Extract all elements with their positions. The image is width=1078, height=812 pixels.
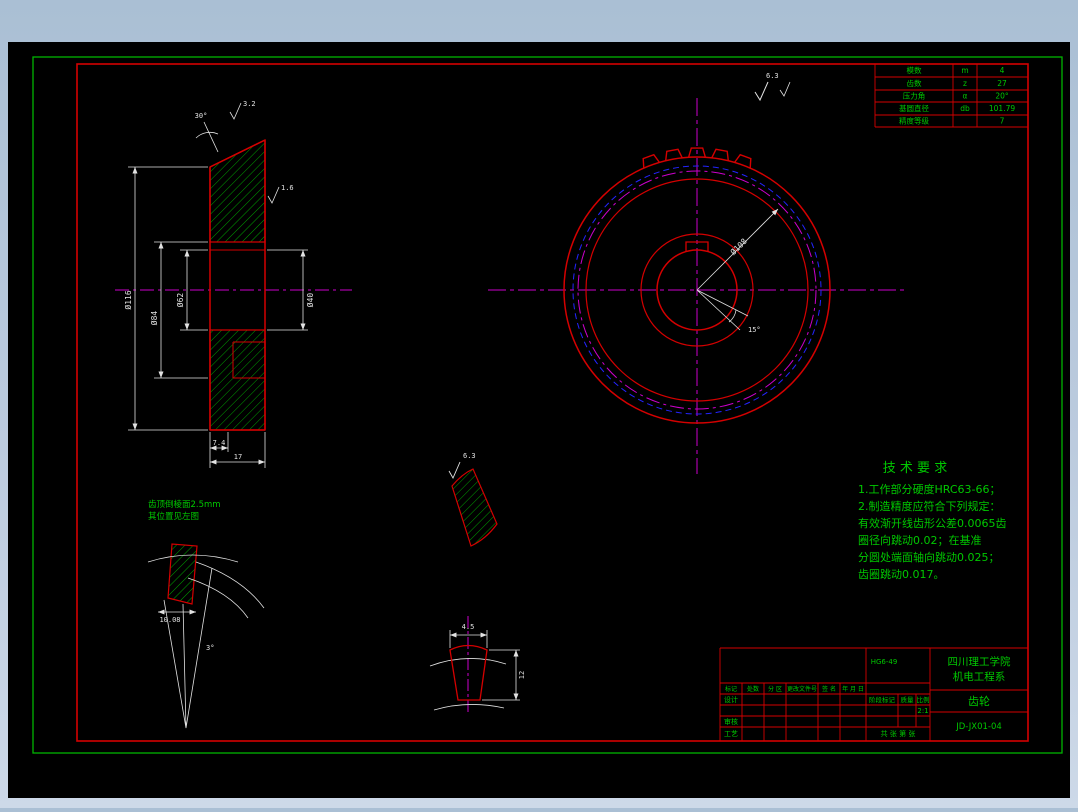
roughness-label: 3.2 xyxy=(243,100,256,108)
param-label: 齿数 xyxy=(907,78,922,88)
dim-label: 10.08 xyxy=(159,616,180,624)
param-value: 7 xyxy=(1000,117,1005,126)
tech-req-line: 齿圈跳动0.017。 xyxy=(858,567,945,581)
param-label: 压力角 xyxy=(903,91,926,101)
param-symbol: m xyxy=(961,66,968,75)
roughness-label: 6.3 xyxy=(463,452,476,460)
dim-label: 4.5 xyxy=(462,623,475,631)
tech-req-line: 1.工作部分硬度HRC63-66； xyxy=(858,482,1001,496)
dim-label: Ø116 xyxy=(123,290,133,309)
param-symbol: z xyxy=(963,79,967,88)
rev-header: 年 月 日 xyxy=(842,685,864,693)
rev-header: 分 区 xyxy=(768,685,782,693)
process-label: 工艺 xyxy=(724,730,738,738)
dim-label: 12 xyxy=(518,671,526,679)
design-label: 设计 xyxy=(724,695,738,704)
rev-header: 更改文件号 xyxy=(787,685,817,693)
param-label: 基圆直径 xyxy=(899,103,929,113)
tech-req-line: 有效渐开线齿形公差0.0065齿 xyxy=(858,516,1007,530)
dim-label: 3° xyxy=(206,644,214,652)
note: 齿顶倒棱面2.5mm xyxy=(148,499,221,510)
drawing-number: JD-JX01-04 xyxy=(955,722,1002,732)
part-name: 齿轮 xyxy=(968,694,990,708)
rev-header: 签 名 xyxy=(822,685,836,693)
param-value: 20° xyxy=(995,92,1009,101)
stage-mark-label: 阶段标记 xyxy=(869,695,896,704)
param-value: 27 xyxy=(997,79,1007,88)
param-symbol: α xyxy=(963,92,968,101)
param-label: 精度等级 xyxy=(899,116,929,126)
drawing-canvas[interactable] xyxy=(8,42,1070,798)
tech-req-line: 圈径向跳动0.02；在基准 xyxy=(858,533,982,547)
tech-req-title: 技 术 要 求 xyxy=(883,461,947,476)
param-value: 101.79 xyxy=(989,104,1015,113)
dim-label: Ø84 xyxy=(149,311,159,326)
scale-label: 比例 xyxy=(917,695,930,704)
school-name: 四川理工学院 xyxy=(948,655,1011,668)
param-symbol: db xyxy=(960,104,970,113)
tech-req-line: 分圆处端面轴向跳动0.025； xyxy=(858,550,1000,564)
rev-header: 标记 xyxy=(725,685,737,693)
dim-label: Ø40 xyxy=(305,293,315,308)
mass-label: 质量 xyxy=(901,695,915,704)
tech-req-line: 2.制造精度应符合下列规定： xyxy=(858,499,1001,513)
sheets-label: 共 张 第 张 xyxy=(881,729,916,738)
scale-value: 2:1 xyxy=(917,707,928,715)
dim-label: 15° xyxy=(748,326,761,334)
dim-label: 17 xyxy=(234,453,242,461)
roughness-label: 1.6 xyxy=(281,184,294,192)
param-label: 模数 xyxy=(907,65,922,75)
check-label: 审核 xyxy=(724,717,738,726)
dim-label: Ø62 xyxy=(175,293,185,308)
param-value: 4 xyxy=(1000,66,1005,75)
department-name: 机电工程系 xyxy=(953,670,1006,683)
dim-label: 30° xyxy=(195,112,208,120)
note: 其位置见左图 xyxy=(148,511,199,522)
cad-drawing: Ø116 Ø84 Ø62 Ø40 7.4 17 30° 3.2 1.6 Ø108 xyxy=(8,42,1070,798)
title-block-code: HG6-49 xyxy=(871,658,898,666)
roughness-label: 6.3 xyxy=(766,72,779,80)
rev-header: 处数 xyxy=(747,685,759,693)
dim-label: 7.4 xyxy=(213,439,226,447)
